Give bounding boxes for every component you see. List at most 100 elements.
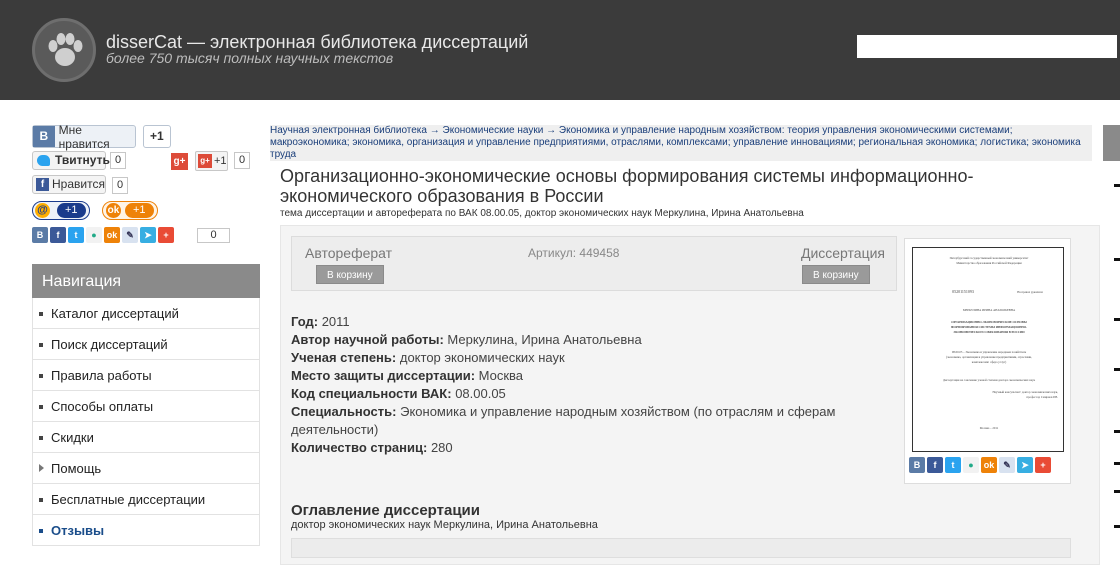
gplus-plusone-button[interactable]: g+ +1: [195, 151, 228, 171]
nav-item-label: Помощь: [51, 461, 102, 476]
preview-line: Москва – 2011: [979, 426, 999, 430]
mailru-count: +1: [57, 203, 86, 218]
nav-item-7[interactable]: Отзывы: [32, 515, 260, 546]
moimir-share-icon[interactable]: ●: [86, 227, 102, 243]
bullet-icon: [39, 529, 43, 533]
page-subtitle: тема диссертации и автореферата по ВАК 0…: [280, 208, 804, 219]
twitter-share-icon[interactable]: t: [68, 227, 84, 243]
article-number: Артикул: 449458: [528, 246, 620, 260]
odnoklassniki-icon: ok: [106, 203, 121, 218]
nav-item-label: Способы оплаты: [51, 399, 154, 414]
right-list-marker: [1114, 430, 1120, 433]
info-year: Год: 2011: [291, 314, 350, 329]
right-list-marker: [1114, 258, 1120, 261]
navigation-menu: Каталог диссертаций Поиск диссертаций Прав…: [32, 298, 260, 546]
site-logo[interactable]: [32, 18, 96, 82]
info-code: Код специальности ВАК: 08.00.05: [291, 386, 506, 401]
right-sidebar-tab[interactable]: [1103, 125, 1120, 161]
telegram-share-icon[interactable]: ➤: [1017, 457, 1033, 473]
vk-share-icon[interactable]: B: [32, 227, 48, 243]
facebook-share-icon[interactable]: f: [927, 457, 943, 473]
nav-item-label: Поиск диссертаций: [51, 337, 168, 352]
odnoklassniki-count: +1: [125, 203, 154, 218]
preview-line: ЭКОНОМИЧЕСКОГО ОБРАЗОВАНИЯ В РОССИИ: [953, 330, 1025, 334]
twitter-share-icon[interactable]: t: [945, 457, 961, 473]
info-pages: Количество страниц: 280: [291, 440, 453, 455]
facebook-like-label: Нравится: [52, 177, 105, 191]
info-degree: Ученая степень: доктор экономических нау…: [291, 350, 565, 365]
nav-item-label: Правила работы: [51, 368, 152, 383]
more-share-icon[interactable]: +: [158, 227, 174, 243]
nav-item-6[interactable]: Бесплатные диссертации: [32, 484, 260, 515]
bullet-icon: [39, 374, 43, 378]
breadcrumb-separator: →: [546, 125, 557, 136]
preview-line: комплексами: сфера услуг): [971, 360, 1007, 364]
gplus-icon[interactable]: g+: [171, 153, 188, 170]
nav-item-label: Бесплатные диссертации: [51, 492, 206, 507]
right-list-marker: [1114, 368, 1120, 371]
right-list-marker: [1114, 490, 1120, 493]
bullet-icon: [39, 312, 43, 316]
abstract-add-to-cart-button[interactable]: В корзину: [316, 265, 384, 284]
dissertation-info: Год: 2011 Автор научной работы: Меркулин…: [291, 313, 891, 457]
toc-content: [291, 538, 1071, 558]
nav-item-5[interactable]: Помощь: [32, 453, 260, 484]
preview-line: профессор Смирнов Р.В.: [1026, 395, 1058, 399]
bullet-icon: [39, 498, 43, 502]
breadcrumb-item-economics[interactable]: Экономические науки: [443, 125, 544, 136]
nav-item-1[interactable]: Поиск диссертаций: [32, 329, 260, 360]
gplus-count: 0: [234, 152, 251, 169]
nav-item-3[interactable]: Способы оплаты: [32, 391, 260, 422]
nav-item-label: Скидки: [51, 430, 94, 445]
site-subtitle: более 750 тысяч полных научных текстов: [106, 50, 394, 66]
bullet-icon: [39, 405, 43, 409]
moimir-share-icon[interactable]: ●: [963, 457, 979, 473]
odnoklassniki-share-icon[interactable]: ok: [981, 457, 997, 473]
telegram-share-icon[interactable]: ➤: [140, 227, 156, 243]
navigation-title: Навигация: [32, 264, 260, 298]
nav-item-label: Каталог диссертаций: [51, 306, 179, 321]
breadcrumb-separator: →: [429, 125, 440, 136]
nav-item-label: Отзывы: [51, 523, 105, 538]
preview-line: (экономика, организация и управление пре…: [946, 355, 1032, 359]
nav-item-2[interactable]: Правила работы: [32, 360, 260, 391]
preview-line: На правах рукописи: [1017, 290, 1043, 294]
vk-icon: B: [33, 126, 55, 147]
vk-share-icon[interactable]: B: [909, 457, 925, 473]
info-place: Место защиты диссертации: Москва: [291, 368, 524, 383]
nav-item-4[interactable]: Скидки: [32, 422, 260, 453]
right-list-marker: [1114, 318, 1120, 321]
preview-line: Петербургский государственный экономичес…: [949, 256, 1029, 260]
twitter-bird-icon: [37, 155, 50, 166]
mailru-like-button[interactable]: @ +1: [32, 201, 90, 220]
vk-like-label: Мне нравится: [58, 122, 110, 151]
livejournal-share-icon[interactable]: ✎: [122, 227, 138, 243]
odnoklassniki-share-icon[interactable]: ok: [104, 227, 120, 243]
preview-line: Диссертация на соискание ученой степени …: [942, 378, 1036, 382]
facebook-icon: f: [36, 178, 49, 191]
preview-share-icons-row: B f t ● ok ✎ ➤ +: [909, 457, 1051, 473]
preview-line: ОРГАНИЗАЦИОННО-ЭКОНОМИЧЕСКИЕ ОСНОВЫ: [951, 320, 1027, 324]
vk-like-button[interactable]: B Мне нравится: [32, 122, 136, 151]
odnoklassniki-like-button[interactable]: ok +1: [102, 201, 158, 220]
twitter-tweet-button[interactable]: Твитнуть: [32, 151, 110, 170]
facebook-like-button[interactable]: f Нравится: [32, 175, 106, 194]
gplus-plusone-label: +1: [214, 155, 227, 167]
title-page-preview[interactable]: Петербургский государственный экономичес…: [912, 247, 1064, 452]
dissertation-add-to-cart-button[interactable]: В корзину: [802, 265, 870, 284]
breadcrumb-item-library[interactable]: Научная электронная библиотека: [270, 125, 427, 136]
more-share-icon[interactable]: +: [1035, 457, 1051, 473]
page-title: Организационно-экономические основы форм…: [280, 166, 974, 206]
bullet-icon: [39, 343, 43, 347]
info-author: Автор научной работы: Меркулина, Ирина А…: [291, 332, 642, 347]
livejournal-share-icon[interactable]: ✎: [999, 457, 1015, 473]
preview-line: Министерства образования Российской Феде…: [956, 261, 1022, 265]
nav-item-0[interactable]: Каталог диссертаций: [32, 298, 260, 329]
search-input[interactable]: [857, 35, 1117, 58]
gplus-small-icon: g+: [198, 154, 212, 168]
facebook-share-icon[interactable]: f: [50, 227, 66, 243]
facebook-count: 0: [112, 177, 129, 194]
twitter-count: 0: [110, 152, 127, 169]
share-count: 0: [197, 228, 230, 243]
preview-line: ФОРМИРОВАНИЯ СИСТЕМЫ ИНФОРМАЦИОННО-: [950, 325, 1028, 329]
